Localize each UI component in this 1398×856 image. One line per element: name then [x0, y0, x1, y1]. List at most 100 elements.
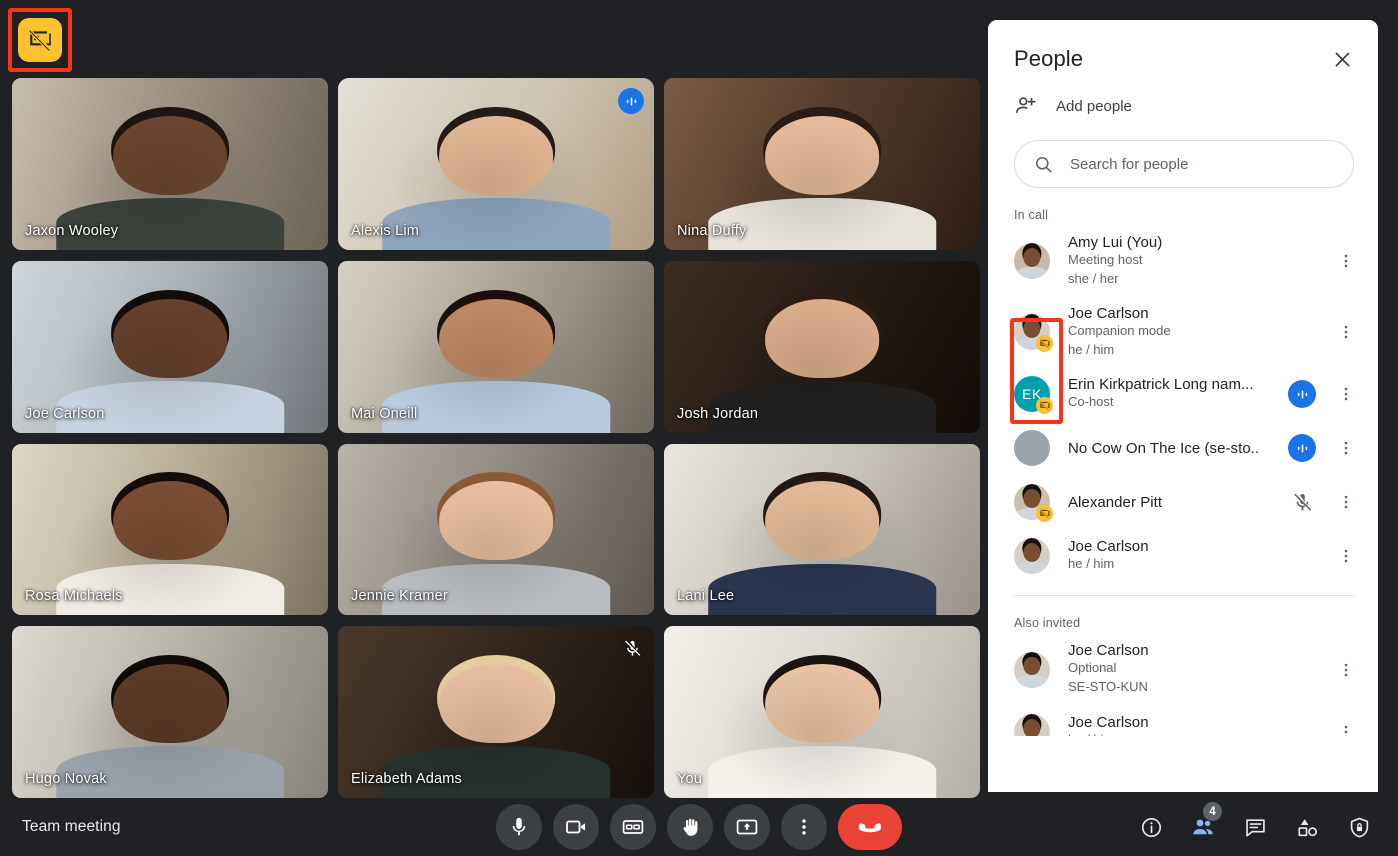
- more-vertical-icon: [1344, 442, 1348, 455]
- microphone-button[interactable]: [496, 804, 542, 850]
- close-icon: [1335, 52, 1349, 66]
- person-muted-icon: [1288, 492, 1316, 513]
- companion-mode-off-icon: [1039, 338, 1050, 350]
- avatar-wrap: [1014, 243, 1050, 280]
- chat-panel-button[interactable]: [1238, 810, 1272, 844]
- person-options-button[interactable]: [1330, 486, 1362, 518]
- people-panel-title: People: [1014, 46, 1084, 71]
- meeting-controls-bar: Team meeting 4: [0, 798, 1398, 856]
- more-vertical-icon: [1344, 663, 1348, 676]
- captions-button[interactable]: [610, 804, 656, 850]
- close-panel-button[interactable]: [1326, 43, 1358, 75]
- video-tile[interactable]: Hugo Novak: [12, 626, 328, 798]
- person-subtitle: he / him: [1068, 731, 1330, 736]
- person-name: Joe Carlson: [1068, 642, 1149, 660]
- video-camera-icon: [566, 820, 585, 834]
- avatar-wrap: [1014, 430, 1050, 467]
- add-people-button[interactable]: Add people: [988, 78, 1378, 124]
- chat-bubble-icon: [1245, 818, 1265, 837]
- video-tile[interactable]: Joe Carlson: [12, 260, 328, 433]
- tile-participant-name: Rosa Michaels: [25, 588, 123, 605]
- avatar: [1014, 538, 1050, 575]
- participant-body: [708, 746, 936, 798]
- person-row[interactable]: EK Erin Kirkpatrick Long nam... Co-host: [988, 367, 1378, 421]
- person-row[interactable]: Joe Carlson he / him: [988, 529, 1378, 583]
- add-person-icon: [1016, 97, 1036, 113]
- person-audio-indicator: [1288, 434, 1316, 463]
- tile-participant-name: Jennie Kramer: [351, 588, 448, 605]
- companion-mode-chip[interactable]: [18, 18, 62, 62]
- video-tile[interactable]: Jaxon Wooley: [12, 78, 328, 250]
- participant-head: [439, 115, 553, 195]
- video-tile[interactable]: Elizabeth Adams: [338, 626, 654, 798]
- participant-head: [765, 481, 879, 561]
- person-row[interactable]: Amy Lui (You) Meeting host she / her: [988, 226, 1378, 297]
- people-count-badge: 4: [1203, 802, 1222, 821]
- tile-participant-name: Nina Duffy: [677, 222, 747, 239]
- avatar: [1014, 714, 1050, 736]
- participant-head: [765, 664, 879, 744]
- person-row[interactable]: No Cow On The Ice (se-sto..: [988, 421, 1378, 475]
- person-subtitle: he / him: [1068, 341, 1115, 357]
- video-tile[interactable]: You: [664, 626, 980, 798]
- present-now-button[interactable]: [724, 804, 770, 850]
- camera-button[interactable]: [553, 804, 599, 850]
- info-icon: [1141, 817, 1161, 837]
- video-tile[interactable]: Rosa Michaels: [12, 443, 328, 616]
- tile-participant-name: Alexis Lim: [351, 222, 420, 239]
- video-tile[interactable]: Josh Jordan: [664, 260, 980, 433]
- participant-head: [113, 115, 227, 195]
- person-info: Joe Carlson Companion mode he / him: [1068, 305, 1330, 360]
- video-tile[interactable]: Alexis Lim: [338, 78, 654, 250]
- video-tile[interactable]: Nina Duffy: [664, 78, 980, 250]
- video-tile[interactable]: Jennie Kramer: [338, 443, 654, 616]
- person-options-button[interactable]: [1330, 716, 1362, 736]
- participant-head: [439, 664, 553, 744]
- center-controls-group: [496, 804, 902, 850]
- person-options-button[interactable]: [1330, 432, 1362, 464]
- video-tile[interactable]: Lani Lee: [664, 443, 980, 616]
- raise-hand-button[interactable]: [667, 804, 713, 850]
- meet-window: Jaxon Wooley Alexis Lim Nina Duffy Joe C…: [0, 0, 1398, 856]
- tile-participant-name: Jaxon Wooley: [25, 222, 119, 239]
- participant-head: [765, 115, 879, 195]
- person-options-button[interactable]: [1330, 378, 1362, 410]
- end-call-button[interactable]: [838, 804, 902, 850]
- person-row[interactable]: Joe Carlson Optional SE-STO-KUN: [988, 634, 1378, 705]
- search-people-box[interactable]: [1014, 140, 1354, 188]
- person-options-button[interactable]: [1330, 316, 1362, 348]
- tile-participant-name: Mai Oneill: [351, 405, 418, 422]
- meeting-details-button[interactable]: [1134, 810, 1168, 844]
- person-row[interactable]: Joe Carlson he / him: [988, 705, 1378, 736]
- people-panel-button[interactable]: 4: [1186, 802, 1222, 844]
- host-controls-button[interactable]: [1342, 810, 1376, 844]
- tile-participant-name: Hugo Novak: [25, 771, 107, 787]
- person-subtitle: SE-STO-KUN: [1068, 679, 1148, 695]
- person-subtitle: he / him: [1068, 556, 1115, 572]
- person-options-button[interactable]: [1330, 245, 1362, 277]
- people-list[interactable]: In call Amy Lui (You) Meeting host she / …: [988, 188, 1378, 736]
- person-audio-indicator: [1288, 380, 1316, 409]
- more-vertical-icon: [1344, 725, 1348, 736]
- person-name: Erin Kirkpatrick Long nam...: [1068, 376, 1254, 394]
- search-icon: [1035, 156, 1052, 173]
- person-options-button[interactable]: [1330, 540, 1362, 572]
- person-subtitle: Companion mode: [1068, 322, 1171, 338]
- tile-audio-indicator: [618, 88, 644, 114]
- person-info: Alexander Pitt: [1068, 494, 1288, 511]
- person-row[interactable]: Joe Carlson Companion mode he / him: [988, 297, 1378, 368]
- more-vertical-icon: [802, 819, 806, 835]
- section-label: Also invited: [1014, 616, 1081, 631]
- person-options-button[interactable]: [1330, 654, 1362, 686]
- person-subtitle: Co-host: [1068, 394, 1114, 410]
- person-row[interactable]: Alexander Pitt: [988, 475, 1378, 529]
- video-tile[interactable]: Mai Oneill: [338, 260, 654, 433]
- people-panel: People Add people In call: [988, 20, 1378, 792]
- video-tile-grid: Jaxon Wooley Alexis Lim Nina Duffy Joe C…: [12, 78, 980, 798]
- more-options-button[interactable]: [781, 804, 827, 850]
- search-input[interactable]: [1070, 155, 1335, 173]
- phone-hangup-icon: [858, 823, 881, 833]
- people-panel-header: People: [988, 20, 1378, 78]
- activities-button[interactable]: [1290, 810, 1324, 844]
- avatar: [1014, 651, 1050, 688]
